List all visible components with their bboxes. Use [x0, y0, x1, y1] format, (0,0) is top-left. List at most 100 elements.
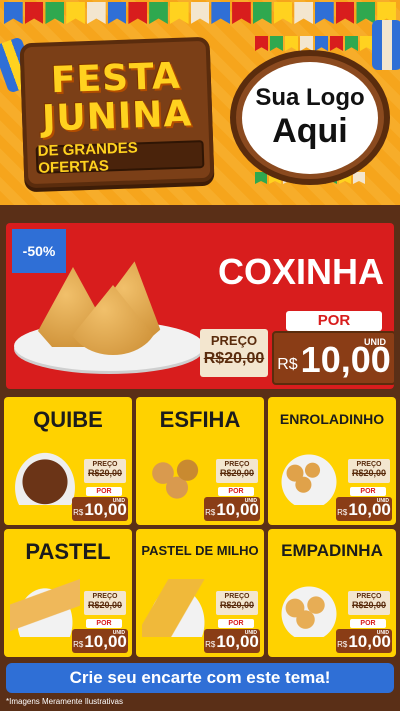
bunting-flag-icon: [335, 2, 355, 24]
bunting-flag-icon: [4, 2, 23, 24]
unit-label: UNID: [376, 498, 389, 504]
subtitle-sign: DE GRANDES OFERTAS: [35, 139, 205, 177]
old-price-box: PREÇO R$20,00: [216, 459, 258, 483]
create-flyer-button[interactable]: Crie seu encarte com este tema!: [6, 663, 394, 693]
product-name: ESFIHA: [159, 407, 241, 432]
currency-symbol: R$: [205, 508, 216, 517]
currency-symbol: R$: [337, 508, 348, 517]
product-card-quibe[interactable]: QUIBE PREÇO R$20,00 POR UNID R$ 10,00: [4, 397, 132, 525]
bunting-flag-icon: [252, 2, 272, 24]
product-name: PASTEL: [25, 539, 111, 564]
unit-label: UNID: [112, 498, 125, 504]
preco-label: PREÇO: [92, 593, 118, 600]
logo-text-line-1: Sua Logo: [255, 84, 365, 111]
logo-placeholder[interactable]: Sua Logo Aqui: [230, 50, 390, 185]
bunting-flag-icon: [270, 36, 283, 51]
bunting-flag-icon: [190, 2, 210, 24]
preco-label: PREÇO: [224, 593, 250, 600]
product-name: PASTEL DE MILHO: [141, 543, 259, 558]
por-label: POR: [286, 311, 382, 331]
bunting-flag-icon: [273, 2, 293, 24]
old-price-box: PREÇO R$20,00: [216, 591, 258, 615]
new-price-box: UNID R$ 10,00: [336, 497, 392, 521]
pastel-de-milho-food-image: [142, 579, 212, 637]
unit-label: UNID: [244, 630, 257, 636]
bunting-flag-icon: [169, 2, 189, 24]
new-price-box: UNID R$ 10,00: [72, 629, 128, 653]
preco-label: PREÇO: [224, 461, 250, 468]
bunting-flag-icon: [356, 2, 376, 24]
discount-badge: -50%: [12, 229, 66, 273]
por-label: POR: [350, 619, 386, 628]
unit-label: UNID: [376, 630, 389, 636]
unit-label: UNID: [244, 498, 257, 504]
old-price: R$20,00: [351, 468, 387, 478]
old-price-box: PREÇO R$20,00: [348, 591, 390, 615]
por-label: POR: [218, 487, 254, 496]
title-line-2: JUNINA: [41, 93, 193, 140]
por-label: POR: [86, 619, 122, 628]
preco-label: PREÇO: [92, 461, 118, 468]
esfiha-food-image: [142, 447, 212, 505]
new-price-box: UNID R$ 10,00: [204, 497, 260, 521]
product-name: QUIBE: [33, 407, 103, 432]
logo-text-line-2: Aqui: [272, 112, 348, 150]
bunting-flag-icon: [211, 2, 231, 24]
bunting-flag-icon: [66, 2, 85, 24]
disclaimer-text: *Imagens Meramente Ilustrativas: [6, 697, 123, 706]
por-label: POR: [86, 487, 122, 496]
product-card-pastel-de-milho[interactable]: PASTEL DE MILHO PREÇO R$20,00 POR UNID R…: [136, 529, 264, 657]
bunting-flag-icon: [294, 2, 314, 24]
new-price-box: UNID R$ 10,00: [204, 629, 260, 653]
bunting-flag-icon: [345, 36, 358, 51]
product-card-esfiha[interactable]: ESFIHA PREÇO R$20,00 POR UNID R$ 10,00: [136, 397, 264, 525]
bunting-flag-icon: [45, 2, 65, 24]
old-price-box: PREÇO R$20,00: [348, 459, 390, 483]
product-card-pastel[interactable]: PASTEL PREÇO R$20,00 POR UNID R$ 10,00: [4, 529, 132, 657]
unit-label: UNID: [112, 630, 125, 636]
currency-symbol: R$: [337, 640, 348, 649]
new-price: 10,00: [300, 339, 391, 380]
product-grid: QUIBE PREÇO R$20,00 POR UNID R$ 10,00 ES…: [4, 397, 396, 657]
product-card-empadinha[interactable]: EMPADINHA PREÇO R$20,00 POR UNID R$ 10,0…: [268, 529, 396, 657]
product-name: EMPADINHA: [281, 541, 383, 560]
por-label: POR: [350, 487, 386, 496]
preco-label: PREÇO: [210, 333, 258, 348]
new-price-box: UNID R$ 10,00: [272, 331, 394, 385]
bunting-flag-icon: [300, 36, 313, 51]
old-price: R$20,00: [351, 600, 387, 610]
bunting-flag-icon: [86, 2, 106, 24]
bunting-flag-icon: [232, 2, 251, 24]
old-price-box: PREÇO R$20,00: [200, 329, 268, 377]
old-price-box: PREÇO R$20,00: [84, 459, 126, 483]
por-label: POR: [218, 619, 254, 628]
empadinha-food-image: [274, 579, 344, 637]
bunting-flags-icon: [0, 0, 400, 30]
bunting-flag-icon: [315, 2, 334, 24]
bunting-flags-icon: [255, 36, 373, 51]
currency-symbol: R$: [73, 640, 84, 649]
bunting-flag-icon: [353, 172, 365, 184]
currency-symbol: R$: [73, 508, 84, 517]
currency-symbol: R$: [277, 356, 298, 373]
bunting-flag-icon: [128, 2, 148, 24]
product-name: ENROLADINHO: [279, 411, 385, 427]
preco-label: PREÇO: [356, 461, 382, 468]
bunting-flag-icon: [24, 2, 44, 24]
currency-symbol: R$: [205, 640, 216, 649]
bunting-flag-icon: [149, 2, 168, 24]
bunting-flag-icon: [255, 36, 268, 51]
old-price: R$20,00: [87, 468, 123, 478]
old-price: R$20,00: [87, 600, 123, 610]
product-card-enroladinho[interactable]: ENROLADINHO PREÇO R$20,00 POR UNID R$ 10…: [268, 397, 396, 525]
bunting-flag-icon: [315, 36, 328, 51]
quibe-food-image: [10, 447, 80, 505]
pastel-food-image: [10, 579, 80, 637]
bunting-flag-icon: [285, 36, 298, 51]
bunting-flag-icon: [107, 2, 127, 24]
paper-lantern-icon: [372, 20, 400, 70]
featured-product-coxinha[interactable]: -50% COXINHA PREÇO R$20,00 POR UNID R$ 1…: [6, 223, 394, 389]
featured-product-name: COXINHA: [217, 251, 384, 292]
bunting-flag-icon: [330, 36, 343, 51]
header-banner: FESTA JUNINA DE GRANDES OFERTAS Sua Logo…: [0, 0, 400, 205]
